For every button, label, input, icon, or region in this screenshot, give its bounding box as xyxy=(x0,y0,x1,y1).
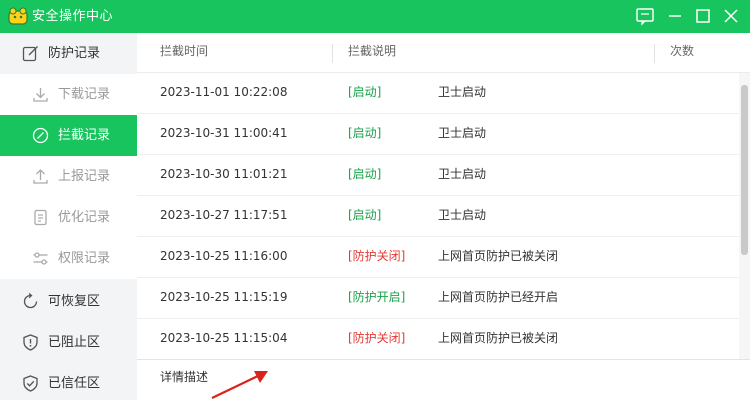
sidebar-item-label: 已信任区 xyxy=(48,376,101,391)
record-tag: [启动] xyxy=(348,167,382,181)
record-time: 2023-10-30 11:01:21 xyxy=(160,167,288,181)
record-time: 2023-10-31 11:00:41 xyxy=(160,126,288,140)
detail-label: 详情描述 xyxy=(160,370,209,384)
feedback-icon[interactable] xyxy=(634,6,656,26)
shield-check-icon xyxy=(23,375,38,392)
record-tag: [防护开启] xyxy=(348,290,406,304)
column-header-time[interactable]: 拦截时间 xyxy=(160,44,208,59)
edit-icon xyxy=(22,46,38,62)
app-logo-icon xyxy=(8,7,28,25)
record-time: 2023-10-25 11:15:19 xyxy=(160,290,288,304)
sidebar-item-trusted-zone[interactable]: 已信任区 xyxy=(0,363,137,404)
record-desc: 卫士启动 xyxy=(438,167,487,181)
block-icon xyxy=(32,127,49,144)
sidebar-item-recoverable-zone[interactable]: 可恢复区 xyxy=(0,281,137,322)
maximize-icon[interactable] xyxy=(692,6,714,26)
upload-icon xyxy=(33,169,48,184)
sliders-icon xyxy=(33,252,48,265)
table-row[interactable]: 2023-11-01 10:22:08 [启动] 卫士启动 xyxy=(137,73,739,114)
records-panel: 拦截时间 拦截说明 次数 2023-11-01 10:22:08 [启动] 卫士… xyxy=(137,33,750,401)
sidebar-item-label: 拦截记录 xyxy=(58,128,111,143)
table-row[interactable]: 2023-10-30 11:01:21 [启动] 卫士启动 xyxy=(137,155,739,196)
record-desc: 卫士启动 xyxy=(438,85,487,99)
download-icon xyxy=(33,88,48,102)
sidebar-item-label: 已阻止区 xyxy=(48,335,101,350)
record-time: 2023-10-27 11:17:51 xyxy=(160,208,288,222)
sidebar-item-label: 上报记录 xyxy=(58,169,111,184)
sidebar-item-label: 防护记录 xyxy=(48,46,101,61)
record-tag: [启动] xyxy=(348,126,382,140)
table-row[interactable]: 2023-10-27 11:17:51 [启动] 卫士启动 xyxy=(137,196,739,237)
sidebar: 防护记录 下载记录 拦截记录 上报记录 优化记录 权限记录 可恢复区 已阻止区 … xyxy=(0,33,137,400)
sidebar-item-protection-records[interactable]: 防护记录 xyxy=(0,33,137,74)
record-desc: 上网首页防护已被关闭 xyxy=(438,331,559,345)
sidebar-item-optimize-records[interactable]: 优化记录 xyxy=(0,197,137,238)
column-divider[interactable] xyxy=(332,44,333,63)
record-tag: [防护关闭] xyxy=(348,249,406,263)
title-bar: 安全操作中心 xyxy=(0,0,750,33)
shield-alert-icon xyxy=(23,334,38,351)
sidebar-item-permission-records[interactable]: 权限记录 xyxy=(0,238,137,279)
table-row[interactable]: 2023-10-31 11:00:41 [启动] 卫士启动 xyxy=(137,114,739,155)
table-row[interactable]: 2023-10-25 11:15:19 [防护开启] 上网首页防护已经开启 xyxy=(137,278,739,319)
close-icon[interactable] xyxy=(720,6,742,26)
record-tag: [防护关闭] xyxy=(348,331,406,345)
scrollbar-thumb[interactable] xyxy=(741,85,748,255)
record-time: 2023-11-01 10:22:08 xyxy=(160,85,288,99)
document-icon xyxy=(34,209,47,226)
sidebar-item-download-records[interactable]: 下载记录 xyxy=(0,74,137,115)
sidebar-item-block-records[interactable]: 拦截记录 xyxy=(0,115,137,156)
record-tag: [启动] xyxy=(348,85,382,99)
sidebar-item-label: 权限记录 xyxy=(58,251,111,266)
annotation-arrow xyxy=(211,371,268,399)
record-desc: 上网首页防护已经开启 xyxy=(438,290,559,304)
sidebar-item-label: 下载记录 xyxy=(58,87,111,102)
record-desc: 卫士启动 xyxy=(438,126,487,140)
record-desc: 上网首页防护已被关闭 xyxy=(438,249,559,263)
restore-icon xyxy=(23,293,38,309)
column-header-desc[interactable]: 拦截说明 xyxy=(348,44,396,59)
sidebar-item-report-records[interactable]: 上报记录 xyxy=(0,156,137,197)
sidebar-item-label: 可恢复区 xyxy=(48,294,101,309)
sidebar-item-label: 优化记录 xyxy=(58,210,111,225)
table-header: 拦截时间 拦截说明 次数 xyxy=(137,33,750,73)
table-row[interactable]: 2023-10-25 11:15:04 [防护关闭] 上网首页防护已被关闭 xyxy=(137,319,739,360)
record-tag: [启动] xyxy=(348,208,382,222)
record-time: 2023-10-25 11:16:00 xyxy=(160,249,288,263)
record-time: 2023-10-25 11:15:04 xyxy=(160,331,288,345)
table-row[interactable]: 2023-10-25 11:16:00 [防护关闭] 上网首页防护已被关闭 xyxy=(137,237,739,278)
column-header-count[interactable]: 次数 xyxy=(670,44,694,59)
sidebar-item-blocked-zone[interactable]: 已阻止区 xyxy=(0,322,137,363)
window-title: 安全操作中心 xyxy=(32,9,114,24)
minimize-icon[interactable] xyxy=(664,6,686,26)
column-divider[interactable] xyxy=(654,44,655,63)
record-desc: 卫士启动 xyxy=(438,208,487,222)
